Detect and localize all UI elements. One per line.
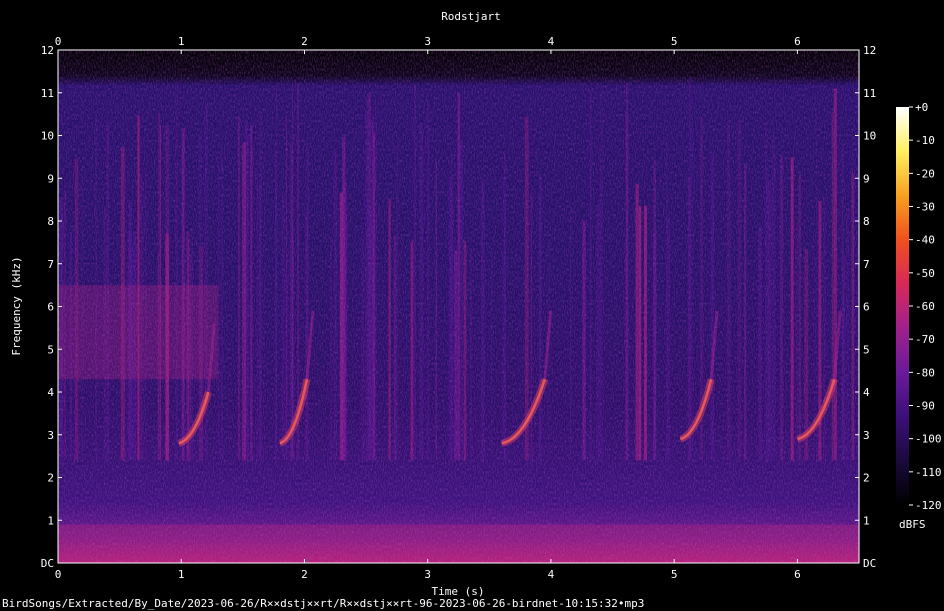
y-axis-label: Frequency (kHz)	[10, 256, 23, 355]
y-tick-label-left: 8	[47, 215, 54, 228]
spectrogram-figure: Rodstjart 00112233445566 DC DC1 12 23 34 45 56…	[10, 10, 942, 598]
colorbar-tick-label: -40	[915, 234, 935, 247]
x-tick-label-bottom: 6	[794, 568, 801, 581]
y-tick-label-left: 11	[41, 87, 54, 100]
y-tick-label-right: 7	[863, 258, 870, 271]
colorbar-tick-label: -70	[915, 333, 935, 346]
y-tick-label-right: DC	[863, 557, 876, 570]
file-path-footer: BirdSongs/Extracted/By_Date/2023-06-26/R…	[2, 597, 645, 610]
colorbar-tick-label: -60	[915, 300, 935, 313]
colorbar-tick-label: -10	[915, 134, 935, 147]
x-tick-label-top: 2	[301, 35, 308, 48]
y-tick-label-right: 12	[863, 44, 876, 57]
y-tick-label-right: 11	[863, 87, 876, 100]
x-tick-label-bottom: 5	[671, 568, 678, 581]
x-tick-label-bottom: 4	[548, 568, 555, 581]
y-tick-label-right: 1	[863, 514, 870, 527]
y-tick-label-right: 3	[863, 429, 870, 442]
x-tick-label-top: 4	[548, 35, 555, 48]
x-tick-label-top: 0	[55, 35, 62, 48]
y-tick-label-right: 9	[863, 172, 870, 185]
y-tick-label-left: 3	[47, 429, 54, 442]
colorbar-tick-label: -30	[915, 201, 935, 214]
y-tick-label-right: 6	[863, 301, 870, 314]
colorbar-tick-label: -20	[915, 167, 935, 180]
x-tick-label-top: 5	[671, 35, 678, 48]
x-tick-label-top: 1	[178, 35, 185, 48]
colorbar-tick-label: -120	[915, 499, 942, 512]
colorbar-tick-label: -50	[915, 267, 935, 280]
y-tick-label-right: 2	[863, 472, 870, 485]
colorbar-label: dBFS	[899, 518, 926, 531]
y-tick-label-left: 2	[47, 472, 54, 485]
y-tick-label-left: 7	[47, 258, 54, 271]
x-tick-label-bottom: 2	[301, 568, 308, 581]
y-tick-label-left: 4	[47, 386, 54, 399]
chart-title: Rodstjart	[441, 10, 501, 23]
colorbar-tick-label: -80	[915, 366, 935, 379]
y-tick-label-right: 5	[863, 343, 870, 356]
colorbar-tick-label: -110	[915, 466, 942, 479]
y-tick-label-left: 12	[41, 44, 54, 57]
x-tick-label-top: 6	[794, 35, 801, 48]
x-tick-label-bottom: 1	[178, 568, 185, 581]
y-tick-label-left: 10	[41, 130, 54, 143]
colorbar-tick-label: +0	[915, 101, 928, 114]
colorbar: +0 -10 -20 -30 -40 -50 -60 -70 -80 -90 -100 -110 -12…	[896, 101, 942, 531]
colorbar-tick-label: -100	[915, 433, 942, 446]
y-tick-label-left: 5	[47, 343, 54, 356]
y-tick-label-left: 6	[47, 301, 54, 314]
y-tick-label-right: 10	[863, 130, 876, 143]
y-tick-label-left: 9	[47, 172, 54, 185]
colorbar-tick-label: -90	[915, 400, 935, 413]
y-tick-label-right: 4	[863, 386, 870, 399]
x-tick-label-bottom: 0	[55, 568, 62, 581]
spectral-grain	[58, 50, 859, 563]
x-tick-label-bottom: 3	[424, 568, 431, 581]
spectrogram-plot	[58, 50, 859, 563]
colorbar-gradient	[896, 107, 909, 505]
y-tick-label-left: DC	[41, 557, 54, 570]
x-tick-label-top: 3	[424, 35, 431, 48]
y-tick-label-left: 1	[47, 514, 54, 527]
y-tick-label-right: 8	[863, 215, 870, 228]
